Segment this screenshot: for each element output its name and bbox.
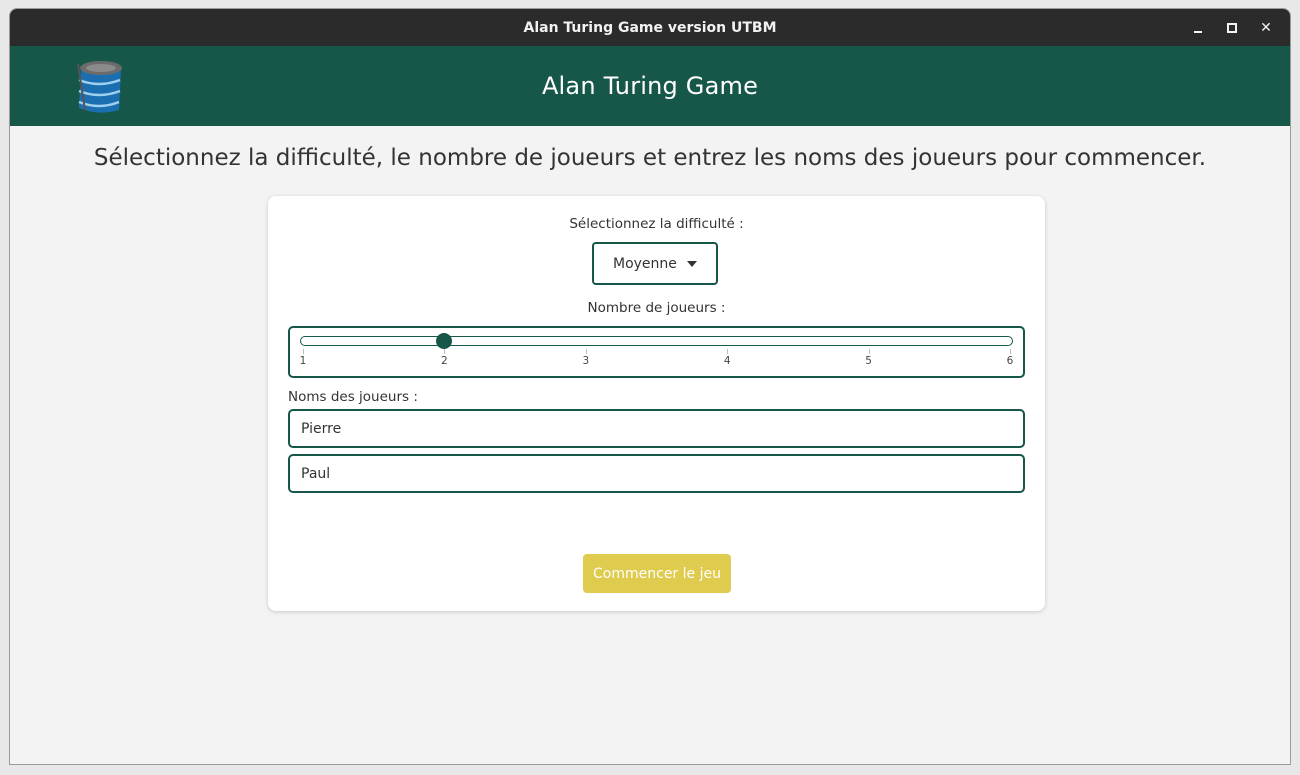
start-game-button[interactable]: Commencer le jeu [583, 554, 731, 593]
slider-tick [868, 349, 870, 354]
minimize-icon [1194, 30, 1202, 33]
app-window: Alan Turing Game version UTBM ✕ Alan Tur… [9, 8, 1291, 765]
player-count-slider-track[interactable] [300, 336, 1013, 346]
slider-tick-label: 6 [1006, 355, 1014, 367]
player-name-input-1[interactable] [288, 409, 1025, 448]
slider-tick-label: 3 [582, 355, 590, 367]
slider-tick-label: 4 [723, 355, 731, 367]
instruction-text: Sélectionnez la difficulté, le nombre de… [93, 145, 1207, 171]
window-controls: ✕ [1182, 9, 1282, 46]
player-count-label: Nombre de joueurs : [587, 300, 726, 316]
slider-tick [444, 349, 446, 354]
difficulty-select[interactable]: Moyenne [592, 242, 718, 285]
app-title: Alan Turing Game [541, 72, 759, 100]
setup-card: Sélectionnez la difficulté : Moyenne Nom… [268, 196, 1045, 611]
close-icon: ✕ [1260, 19, 1272, 36]
slider-tick [1010, 349, 1011, 354]
slider-tick [303, 349, 304, 354]
window-titlebar[interactable]: Alan Turing Game version UTBM ✕ [10, 9, 1290, 46]
dropdown-arrow-icon [687, 261, 697, 267]
slider-tick [585, 349, 587, 354]
minimize-button[interactable] [1182, 14, 1214, 42]
slider-tick-label: 5 [865, 355, 872, 367]
difficulty-label: Sélectionnez la difficulté : [569, 216, 744, 232]
maximize-icon [1227, 22, 1237, 33]
stacked-database-logo-icon [77, 61, 122, 113]
player-name-input-2[interactable] [288, 454, 1025, 493]
difficulty-value: Moyenne [613, 255, 677, 272]
app-header: Alan Turing Game [10, 46, 1290, 126]
slider-tick [727, 349, 729, 354]
slider-tick-label: 2 [441, 355, 448, 367]
close-button[interactable]: ✕ [1250, 14, 1282, 42]
window-title: Alan Turing Game version UTBM [523, 19, 777, 36]
player-count-slider-box: 1 2 3 4 5 6 [288, 326, 1025, 378]
maximize-button[interactable] [1216, 14, 1248, 42]
player-names-label: Noms des joueurs : [288, 389, 418, 405]
slider-tick-label: 1 [299, 355, 307, 367]
player-count-slider-thumb[interactable] [436, 333, 453, 349]
